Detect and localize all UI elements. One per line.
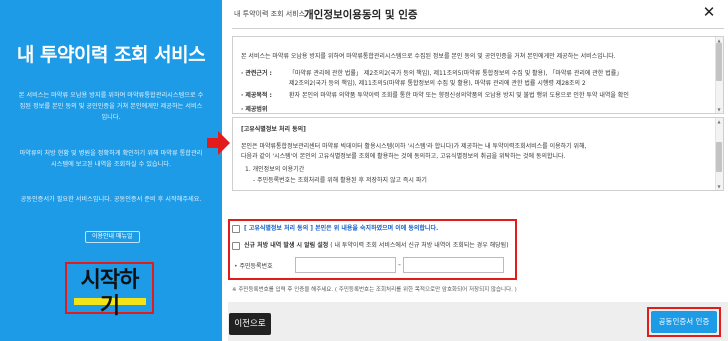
service-description-line: 집된 정보를 본인 동의 및 공인인증을 거쳐 본인에게만 제공하는 서비스 <box>19 103 203 110</box>
input-notice: ※ 주민등록번호를 입력 후 인증을 해주세요. ( 주민등록번호는 조회처리를… <box>232 287 517 293</box>
service-scope-line: 시스템에 보고된 내역을 조회하실 수 있습니다. <box>51 161 171 168</box>
service-description: 본 서비스는 마약류 오남용 방지를 위하여 마약류통합관리시스템으로 수 집된… <box>12 90 210 123</box>
alarm-checkbox[interactable] <box>232 242 240 250</box>
service-info-box[interactable]: 본 서비스는 마약류 오남용 방지를 위하여 마약류통합관리시스템으로 수집된 … <box>232 36 724 114</box>
agree-checkbox-label[interactable]: [ 고유식별정보 처리 동의 ] 본인은 위 내용을 숙지하였으며 이에 동의합… <box>244 225 438 233</box>
resident-number-label: • 주민등록번호 <box>234 261 273 270</box>
scroll-down-icon[interactable]: ▼ <box>716 107 722 112</box>
previous-button[interactable]: 이전으로 <box>229 313 271 335</box>
service-scope-text: 마약류의 처방 현황 및 병원을 정확하게 확인하기 위해 마약류 통합관리 시… <box>12 148 210 170</box>
page-title: 개인정보이용동의 및 인증 <box>304 9 418 21</box>
alarm-checkbox-label[interactable]: 신규 처방 내역 발생 시 알림 설정 ( 내 투약이력 조회 서비스에서 신규… <box>244 242 509 250</box>
purpose-label: · 제공목적 : <box>241 92 272 99</box>
title-divider <box>232 28 724 29</box>
scroll-up-icon[interactable]: ▲ <box>716 119 722 124</box>
resident-number-label-text: 주민등록번호 <box>239 263 273 270</box>
law-text: 「마약류 관리에 관한 법률」 제2조의2(국가 등의 책임), 제11조의5(… <box>289 70 623 77</box>
alarm-label-detail: ( 내 투약이력 조회 서비스에서 신규 처방 내역이 조회되는 경우 해당됨) <box>330 242 509 249</box>
scroll-thumb[interactable] <box>716 142 722 172</box>
unique-id-heading: [고유식별정보 처리 동의] <box>241 126 306 133</box>
unique-id-text: 다음과 같이 '시스템'이 본인의 고유식별정보를 조회에 활용하는 것에 동의… <box>241 153 566 160</box>
resident-number-separator: - <box>398 260 401 269</box>
purpose-text: 환자 본인의 마약류 의약품 투약이력 조회를 통한 마약 또는 향정신성의약품… <box>289 92 629 99</box>
scroll-down-icon[interactable]: ▼ <box>716 184 722 189</box>
unique-id-consent-box[interactable]: [고유식별정보 처리 동의] 본인은 마약류통합정보관리센터 마약류 빅데이터 … <box>232 117 724 191</box>
retention-text: - 주민등록번호는 조회처리를 위해 활용된 후 저장하지 않고 즉시 파기 <box>253 177 427 184</box>
scroll-thumb[interactable] <box>716 43 722 81</box>
scrollbar[interactable]: ▲ ▼ <box>715 37 723 113</box>
alarm-label-main: 신규 처방 내역 발생 시 알림 설정 <box>244 242 329 249</box>
certificate-notice: 공동인증서가 필요한 서비스입니다. 공동인증서 준비 후 시작해주세요. <box>20 196 202 203</box>
service-title: 내 투약이력 조회 서비스 <box>16 44 206 66</box>
retention-heading: 1. 개인정보의 이용기간 <box>245 166 305 173</box>
certificate-auth-button[interactable]: 공동인증서 인증 <box>651 311 717 333</box>
agree-checkbox[interactable] <box>232 225 240 233</box>
resident-number-back-input[interactable] <box>403 257 504 273</box>
scrollbar[interactable]: ▲ ▼ <box>715 118 723 190</box>
resident-number-front-input[interactable] <box>295 257 396 273</box>
manual-button[interactable]: 이용안내 매뉴얼 <box>85 231 140 243</box>
law-text: 제2조의2(국가 등의 책임), 제11조의5(마약류 통합정보의 수집 및 활… <box>289 80 586 87</box>
close-icon[interactable]: ✕ <box>701 4 717 20</box>
service-scope-line: 마약류의 처방 현황 및 병원을 정확하게 확인하기 위해 마약류 통합관리 <box>19 150 203 157</box>
unique-id-text: 본인은 마약류통합정보관리센터 마약류 빅데이터 활용시스템(이하 '시스템'라… <box>241 143 587 150</box>
arrow-head-icon <box>218 131 230 155</box>
scope-label: · 제공범위 <box>241 106 268 113</box>
service-description-line: 본 서비스는 마약류 오남용 방지를 위하여 마약류통합관리시스템으로 수 <box>18 92 204 99</box>
service-intro-text: 본 서비스는 마약류 오남용 방지를 위하여 마약류통합관리시스템으로 수집된 … <box>241 53 616 60</box>
law-label: · 관련근거 : <box>241 70 272 77</box>
required-dot-icon: • <box>234 263 238 270</box>
start-button[interactable]: 시작하기 <box>72 268 147 320</box>
breadcrumb-separator-icon: › <box>293 8 297 18</box>
service-description-line: 입니다. <box>101 114 121 121</box>
